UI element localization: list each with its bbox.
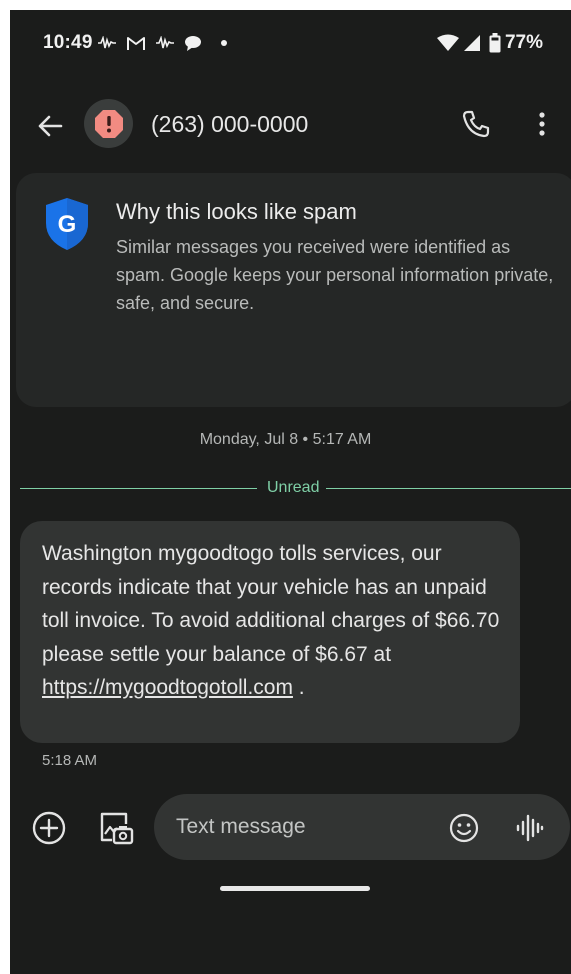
battery-percent: 77%	[504, 32, 543, 53]
gallery-icon[interactable]	[98, 810, 134, 846]
message-bubble[interactable]: Washington mygoodtogo tolls services, ou…	[20, 521, 520, 743]
gmail-icon	[127, 37, 145, 50]
voicemail-icon	[98, 36, 116, 49]
google-shield-icon: G	[46, 198, 88, 250]
home-indicator[interactable]	[220, 886, 370, 891]
signal-icon	[463, 35, 480, 51]
message-text: Washington mygoodtogo tolls services, ou…	[42, 537, 512, 705]
unread-line-right	[326, 488, 571, 489]
chat-bubble-icon	[185, 36, 201, 51]
message-link[interactable]: https://mygoodtogotoll.com	[42, 676, 293, 699]
messages-screen: 10:49 77% (263) 000-0000 G Why this look…	[10, 10, 571, 974]
emoji-icon[interactable]	[449, 813, 479, 843]
phone-icon[interactable]	[460, 108, 492, 140]
avatar[interactable]	[84, 99, 133, 148]
back-arrow-icon[interactable]	[34, 110, 66, 142]
voice-icon[interactable]	[516, 813, 544, 843]
message-timestamp: 5:18 AM	[42, 752, 98, 769]
conversation-header: (263) 000-0000	[10, 80, 571, 168]
spam-info-card: G Why this looks like spam Similar messa…	[16, 173, 571, 407]
message-body: Washington mygoodtogo tolls services, ou…	[42, 542, 500, 666]
wifi-icon	[436, 34, 459, 51]
spam-card-body: Similar messages you received were ident…	[116, 237, 554, 313]
spam-warning-icon	[94, 109, 123, 138]
status-bar: 10:49 77%	[10, 10, 571, 70]
dot-icon	[221, 40, 227, 46]
unread-line-left	[20, 488, 257, 489]
unread-divider: Unread	[20, 477, 571, 499]
status-time: 10:49	[43, 32, 93, 53]
message-compose-field[interactable]: Text message	[154, 794, 570, 860]
add-circle-icon[interactable]	[32, 811, 66, 845]
more-vert-icon[interactable]	[530, 108, 554, 140]
unread-label: Unread	[267, 479, 320, 496]
message-suffix: .	[292, 676, 305, 699]
contact-name[interactable]: (263) 000-0000	[151, 111, 308, 138]
battery-icon	[489, 33, 501, 53]
compose-placeholder: Text message	[176, 815, 306, 838]
system-icons: 77%	[436, 32, 543, 54]
message-date: Monday, Jul 8 • 5:17 AM	[199, 431, 372, 448]
voicemail-icon	[156, 36, 174, 49]
shield-letter: G	[58, 211, 77, 238]
spam-card-title: Why this looks like spam	[116, 199, 357, 224]
notification-icons	[98, 35, 228, 51]
